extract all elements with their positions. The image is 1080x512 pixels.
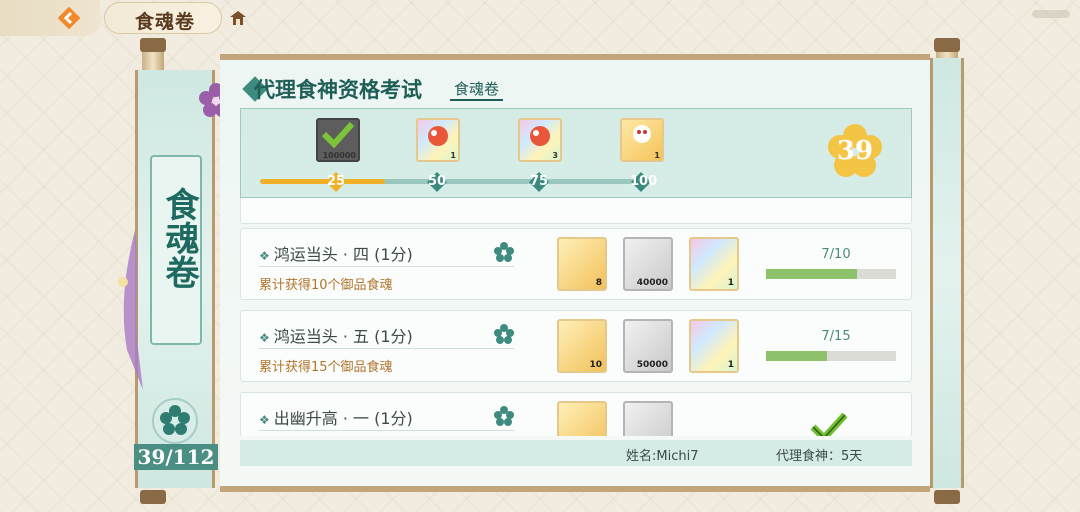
player-name: 姓名:Michi7 <box>626 449 699 464</box>
flower-icon <box>494 324 514 344</box>
exam-subtitle-tab[interactable]: 食魂卷 <box>450 78 504 101</box>
task-title: ❖ 鸿运当头 · 四 (1分) <box>259 245 413 264</box>
reward-item[interactable]: 40000 <box>623 237 673 291</box>
diamond-bullet-icon: ❖ <box>259 413 270 427</box>
milestone-reward-3[interactable]: 3 <box>518 118 562 162</box>
milestone-reward-2[interactable]: 1 <box>416 118 460 162</box>
page-title: 食魂卷 <box>135 11 196 33</box>
progress-fill <box>260 179 386 184</box>
milestone-label-100: 100 <box>630 174 658 189</box>
reward-item[interactable] <box>557 401 607 436</box>
flower-icon <box>494 242 514 262</box>
page-title-tab: 食魂卷 <box>104 2 222 34</box>
task-progress-text: 7/15 <box>821 329 851 344</box>
reward-item[interactable]: 50000 <box>623 319 673 373</box>
fire-spirit-icon <box>530 126 550 146</box>
rod-cap <box>934 38 960 52</box>
exam-title: 代理食神资格考试 <box>254 78 422 102</box>
task-progress-fill <box>766 269 857 279</box>
diamond-bullet-icon: ❖ <box>259 249 270 263</box>
score-badge: 39 <box>826 122 884 180</box>
task-card-1: ❖ 鸿运当头 · 四 (1分) 累计获得10个御品食魂 8 40000 1 7/1… <box>240 228 912 300</box>
task-list[interactable]: ❖ 鸿运当头 · 四 (1分) 累计获得10个御品食魂 8 40000 1 7/1… <box>240 198 912 436</box>
task-title: ❖ 出幽升高 · 一 (1分) <box>259 409 413 428</box>
rod-cap <box>140 38 166 52</box>
collection-count: 39/112 <box>134 444 218 470</box>
back-arrow-icon <box>58 7 80 29</box>
task-card-3: ❖ 出幽升高 · 一 (1分) <box>240 392 912 436</box>
completed-check-icon <box>810 412 848 436</box>
diamond-bullet-icon: ❖ <box>259 331 270 345</box>
back-button[interactable] <box>0 0 100 36</box>
task-card-partial <box>240 198 912 224</box>
milestone-label-50: 50 <box>427 174 447 189</box>
check-icon <box>321 121 355 149</box>
task-description: 累计获得10个御品食魂 <box>259 278 393 293</box>
reward-item[interactable] <box>623 401 673 436</box>
rod-cap <box>934 490 960 504</box>
task-title: ❖ 鸿运当头 · 五 (1分) <box>259 327 413 346</box>
task-progress-fill <box>766 351 828 361</box>
reward-item[interactable]: 1 <box>689 237 739 291</box>
task-description: 累计获得15个御品食魂 <box>259 360 393 375</box>
sidebar-title: 食魂卷 <box>159 187 199 289</box>
current-score: 39 <box>836 136 874 166</box>
flower-icon <box>494 406 514 426</box>
task-progress-bar <box>766 351 896 361</box>
proxy-days: 代理食神：5天 <box>776 449 863 464</box>
task-progress-text: 7/10 <box>821 247 851 262</box>
milestone-reward-1[interactable]: 100000 <box>316 118 360 162</box>
character-portrait-icon <box>633 125 651 143</box>
tassel-decoration <box>118 230 143 390</box>
sidebar-title-frame: 食魂卷 <box>150 155 202 345</box>
divider <box>259 266 514 267</box>
milestone-reward-4[interactable]: 1 <box>620 118 664 162</box>
milestone-label-75: 75 <box>529 174 549 189</box>
top-bar: 食魂卷 <box>0 0 270 36</box>
task-progress-bar <box>766 269 896 279</box>
reward-item[interactable]: 10 <box>557 319 607 373</box>
status-indicator <box>1032 10 1070 18</box>
reward-item[interactable]: 8 <box>557 237 607 291</box>
task-card-2: ❖ 鸿运当头 · 五 (1分) 累计获得15个御品食魂 10 50000 1 7/… <box>240 310 912 382</box>
home-icon[interactable] <box>228 9 248 27</box>
reward-item[interactable]: 1 <box>689 319 739 373</box>
milestone-label-25: 25 <box>326 174 346 189</box>
divider <box>259 348 514 349</box>
rod-cap <box>140 490 166 504</box>
fire-spirit-icon <box>428 126 448 146</box>
right-ribbon <box>930 58 964 488</box>
flower-emblem-icon <box>160 405 190 435</box>
divider <box>259 430 514 431</box>
sidebar-emblem <box>152 398 198 444</box>
